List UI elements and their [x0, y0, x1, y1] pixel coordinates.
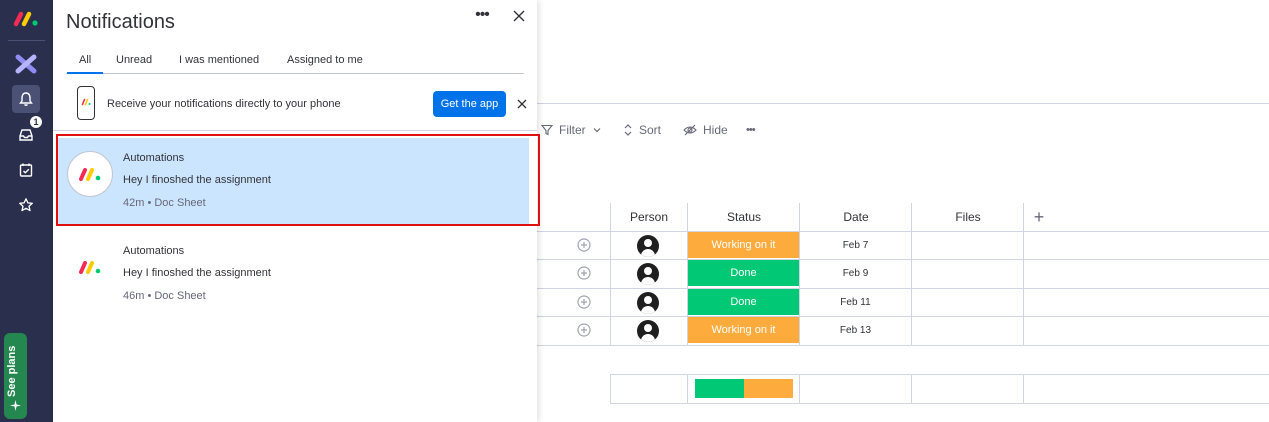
date-cell[interactable]: Feb 13 — [800, 317, 911, 343]
board-table: Person Status Date Files + Working on it… — [537, 203, 1269, 348]
grid-line — [1023, 203, 1024, 346]
hide-button[interactable]: Hide — [683, 121, 728, 139]
grid-line — [610, 203, 611, 346]
avatar[interactable] — [637, 292, 659, 314]
grid-line — [799, 374, 800, 404]
filter-button[interactable]: Filter — [541, 121, 607, 139]
grid-line — [911, 374, 912, 404]
see-plans-label: See plans — [6, 345, 18, 397]
notification-item[interactable]: Automations Hey I finoshed the assignmen… — [57, 231, 529, 317]
notification-sender: Automations — [123, 245, 185, 257]
filter-label: Filter — [559, 123, 586, 137]
selection-highlight — [56, 134, 540, 226]
automations-logo-icon — [67, 244, 113, 290]
status-summary-bar[interactable] — [695, 379, 793, 398]
grid-line — [610, 403, 1269, 404]
chevron-down-icon — [593, 128, 601, 133]
grid-line — [1023, 374, 1024, 404]
column-header-status[interactable]: Status — [688, 203, 800, 231]
add-column-button[interactable]: + — [1024, 203, 1054, 231]
avatar[interactable] — [637, 235, 659, 257]
add-update-icon[interactable] — [576, 322, 592, 338]
tab-all[interactable]: All — [66, 54, 104, 74]
see-plans-button[interactable]: See plans — [4, 333, 27, 419]
status-cell[interactable]: Working on it — [688, 317, 799, 343]
panel-title: Notifications — [66, 11, 175, 33]
more-toolbar-button[interactable]: ••• — [746, 121, 756, 139]
promo-text: Receive your notifications directly to y… — [107, 98, 341, 110]
close-icon[interactable] — [511, 8, 527, 24]
date-cell[interactable]: Feb 7 — [800, 232, 911, 258]
star-icon[interactable] — [14, 193, 38, 217]
sparkle-icon — [10, 400, 21, 411]
more-options-button[interactable]: ••• — [471, 7, 493, 24]
close-promo-icon[interactable] — [515, 97, 529, 111]
sort-icon — [624, 124, 632, 136]
tab-assigned-to-me[interactable]: Assigned to me — [287, 54, 363, 66]
summary-done-segment — [695, 379, 744, 398]
promo-divider — [53, 130, 537, 131]
status-cell[interactable]: Done — [688, 260, 799, 286]
my-work-icon[interactable] — [14, 158, 38, 182]
grid-line — [911, 203, 912, 346]
grid-line — [537, 345, 1269, 346]
avatar[interactable] — [637, 320, 659, 342]
status-cell[interactable]: Working on it — [688, 232, 799, 258]
monday-logo-icon[interactable] — [12, 8, 40, 28]
rail-divider — [8, 40, 45, 41]
notification-tabs: All Unread I was mentioned Assigned to m… — [66, 50, 524, 74]
summary-working-segment — [744, 379, 793, 398]
tab-unread[interactable]: Unread — [116, 54, 152, 66]
grid-line — [610, 374, 1269, 375]
phone-icon — [77, 86, 95, 120]
status-cell[interactable]: Done — [688, 289, 799, 315]
column-header-files[interactable]: Files — [912, 203, 1024, 231]
grid-line — [610, 374, 611, 404]
notification-message: Hey I finoshed the assignment — [123, 267, 271, 279]
bell-icon[interactable] — [12, 85, 40, 113]
workspace-x-icon[interactable] — [14, 52, 38, 76]
date-cell[interactable]: Feb 11 — [800, 289, 911, 315]
eye-off-icon — [683, 124, 697, 136]
add-update-icon[interactable] — [576, 237, 592, 253]
avatar[interactable] — [637, 263, 659, 285]
grid-line — [687, 374, 688, 404]
date-cell[interactable]: Feb 9 — [800, 260, 911, 286]
column-header-person[interactable]: Person — [610, 203, 688, 231]
add-update-icon[interactable] — [576, 265, 592, 281]
sort-label: Sort — [639, 123, 662, 137]
left-rail: 1 See plans — [0, 0, 53, 422]
filter-icon — [541, 124, 553, 136]
notification-meta: 46m • Doc Sheet — [123, 290, 206, 302]
add-update-icon[interactable] — [576, 294, 592, 310]
inbox-badge: 1 — [29, 115, 43, 129]
get-the-app-button[interactable]: Get the app — [433, 91, 506, 117]
column-header-date[interactable]: Date — [800, 203, 912, 231]
hide-label: Hide — [703, 123, 728, 137]
board-header-divider — [537, 103, 1269, 104]
tab-i-was-mentioned[interactable]: I was mentioned — [179, 54, 259, 66]
sort-button[interactable]: Sort — [623, 121, 661, 139]
